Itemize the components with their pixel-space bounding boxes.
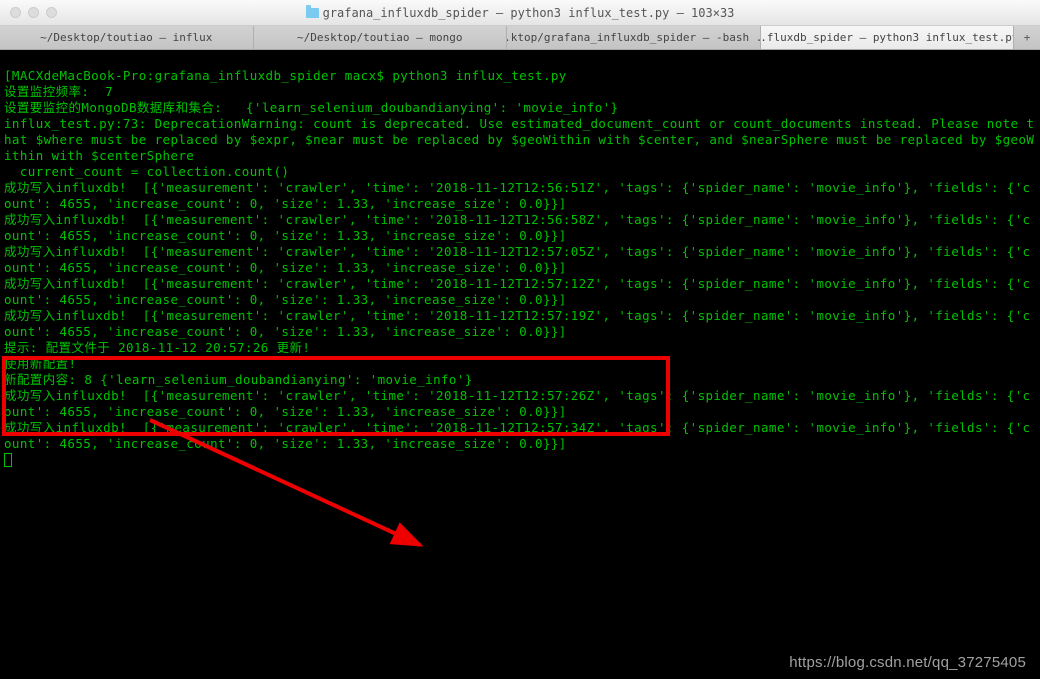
tab-label: ...fluxdb_spider — python3 influx_test.p… [761, 31, 1015, 44]
output-line: 成功写入influxdb! [{'measurement': 'crawler'… [4, 420, 1030, 451]
output-line: 提示: 配置文件于 2018-11-12 20:57:26 更新! [4, 340, 310, 355]
minimize-window-icon[interactable] [28, 7, 39, 18]
new-tab-button[interactable]: + [1014, 26, 1040, 49]
cursor-icon [4, 453, 12, 467]
output-line: current_count = collection.count() [4, 164, 289, 179]
titlebar: grafana_influxdb_spider — python3 influx… [0, 0, 1040, 26]
tab-label: ~/Desktop/toutiao — mongo [297, 31, 463, 44]
tabbar: ~/Desktop/toutiao — influx ~/Desktop/tou… [0, 26, 1040, 50]
close-window-icon[interactable] [10, 7, 21, 18]
output-line: 成功写入influxdb! [{'measurement': 'crawler'… [4, 276, 1030, 307]
output-line: [MACXdeMacBook-Pro:grafana_influxdb_spid… [4, 68, 567, 83]
output-line: 成功写入influxdb! [{'measurement': 'crawler'… [4, 308, 1030, 339]
tab-label: ~/Desktop/toutiao — influx [40, 31, 212, 44]
window-title: grafana_influxdb_spider — python3 influx… [323, 6, 735, 20]
output-line: 成功写入influxdb! [{'measurement': 'crawler'… [4, 212, 1030, 243]
terminal-output[interactable]: [MACXdeMacBook-Pro:grafana_influxdb_spid… [0, 50, 1040, 679]
output-line: 新配置内容: 8 {'learn_selenium_doubandianying… [4, 372, 473, 387]
output-line: 使用新配置! [4, 356, 76, 371]
traffic-lights [0, 7, 57, 18]
output-line: 设置要监控的MongoDB数据库和集合: {'learn_selenium_do… [4, 100, 619, 115]
output-line: 成功写入influxdb! [{'measurement': 'crawler'… [4, 180, 1030, 211]
zoom-window-icon[interactable] [46, 7, 57, 18]
output-line: 成功写入influxdb! [{'measurement': 'crawler'… [4, 244, 1030, 275]
tab-influx[interactable]: ~/Desktop/toutiao — influx [0, 26, 254, 49]
output-line: 成功写入influxdb! [{'measurement': 'crawler'… [4, 388, 1030, 419]
tab-bash[interactable]: ...ktop/grafana_influxdb_spider — -bash … [507, 26, 761, 49]
tab-influx-test[interactable]: ...fluxdb_spider — python3 influx_test.p… [761, 26, 1015, 49]
tab-mongo[interactable]: ~/Desktop/toutiao — mongo [254, 26, 508, 49]
output-line: 设置监控频率: 7 [4, 84, 113, 99]
folder-icon [306, 8, 319, 18]
output-line: influx_test.py:73: DeprecationWarning: c… [4, 116, 1034, 163]
tab-label: ...ktop/grafana_influxdb_spider — -bash … [507, 31, 761, 44]
watermark: https://blog.csdn.net/qq_37275405 [789, 654, 1026, 671]
